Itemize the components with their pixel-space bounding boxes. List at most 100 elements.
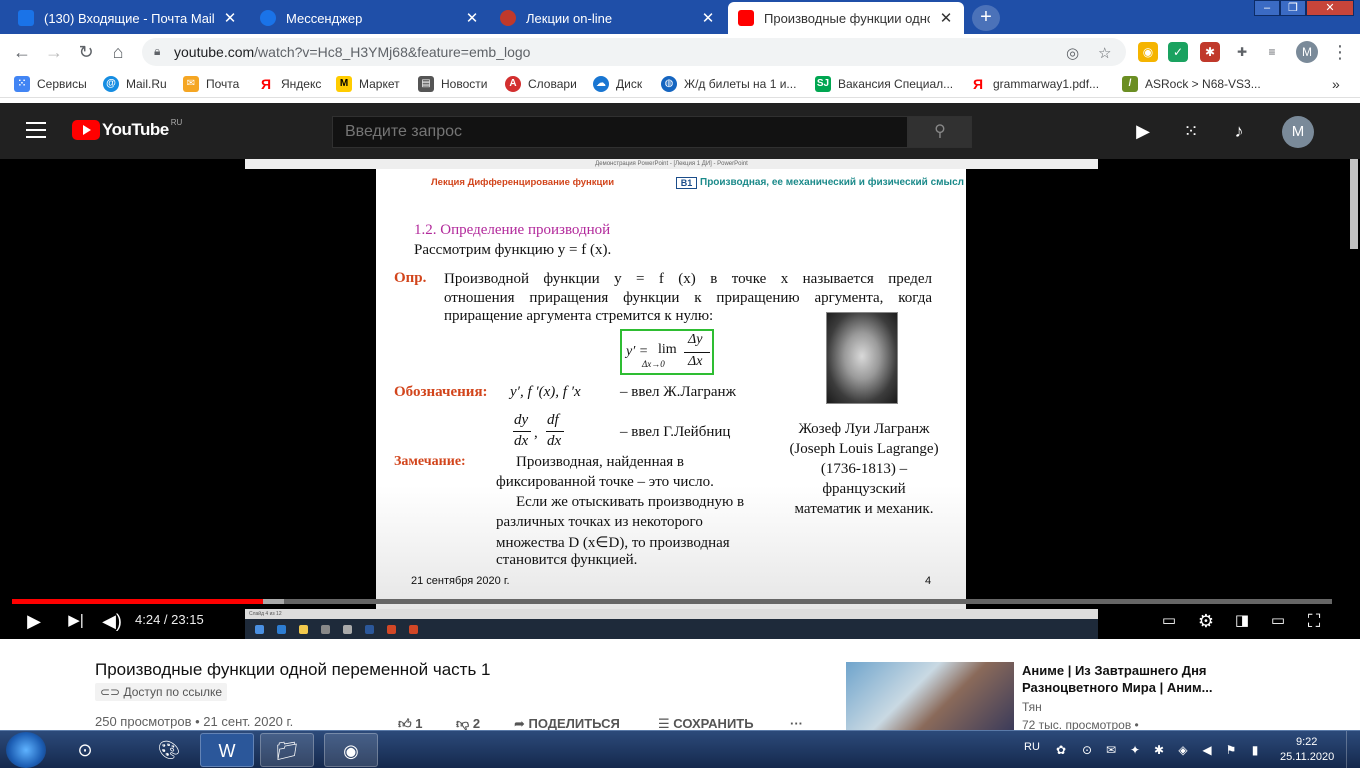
clock-time[interactable]: 9:22 xyxy=(1296,736,1317,748)
network-icon[interactable]: ▮ xyxy=(1248,743,1262,757)
bookmark-market[interactable]: M Маркет xyxy=(336,75,400,93)
recommendation-thumbnail[interactable] xyxy=(846,662,1014,730)
bookmark-mailru[interactable]: @ Mail.Ru xyxy=(103,75,167,93)
more-bookmarks-icon[interactable]: » xyxy=(1332,75,1340,93)
extension-icon[interactable]: ✱ xyxy=(1200,42,1220,62)
recommendation-channel[interactable]: Тян xyxy=(1022,700,1042,714)
play-button[interactable]: ▶ xyxy=(22,610,46,632)
subtitles-button[interactable]: ▭ xyxy=(1156,610,1182,632)
eye-off-icon[interactable]: ◎ xyxy=(1066,44,1079,62)
search-button[interactable]: ⚲ xyxy=(908,116,972,148)
close-icon[interactable]: ✕ xyxy=(222,9,238,27)
extension-icon[interactable]: ◉ xyxy=(1138,42,1158,62)
settings-gear-icon[interactable]: ⚙ xyxy=(1193,610,1219,632)
language-indicator[interactable]: RU xyxy=(1024,741,1040,753)
formula-num: Δy xyxy=(688,332,703,347)
clock-date[interactable]: 25.11.2020 xyxy=(1280,751,1334,763)
bookmarks-bar: ⁙ Сервисы @ Mail.Ru ✉ Почта Я Яндекс M Маркет… xyxy=(0,70,1360,98)
slide-footer-page: 4 xyxy=(925,575,932,587)
notation-dx: dx xyxy=(514,433,529,449)
remark-line: множества D (x∈D), то производная xyxy=(496,535,730,551)
create-video-icon[interactable]: ▶︎ xyxy=(1131,119,1155,143)
more-actions-icon[interactable]: ··· xyxy=(790,716,803,731)
taskbar-explorer-icon[interactable]: 📁︎ xyxy=(260,733,314,767)
tray-icon[interactable]: ✉ xyxy=(1104,743,1118,757)
formula-left: y′ = xyxy=(626,344,649,359)
close-icon[interactable]: ✕ xyxy=(464,9,480,27)
tray-icon[interactable]: ✱ xyxy=(1152,743,1166,757)
time-display: 4:24 / 23:15 xyxy=(135,612,204,627)
tab-youtube[interactable]: Производные функции одной п ✕ xyxy=(728,2,964,34)
taskbar-chrome-icon[interactable]: ◉ xyxy=(324,733,378,767)
bookmark-train[interactable]: ◍ Ж/д билеты на 1 и... xyxy=(661,75,796,93)
next-button[interactable]: ▶| xyxy=(64,610,88,632)
start-button[interactable] xyxy=(6,732,46,768)
bookmark-mail[interactable]: ✉ Почта xyxy=(183,75,239,93)
search-input[interactable] xyxy=(333,117,907,147)
tab-messenger[interactable]: Мессенджер ✕ xyxy=(250,2,490,34)
puzzle-icon[interactable]: ✚ xyxy=(1232,42,1252,62)
star-icon[interactable]: ☆ xyxy=(1098,44,1111,62)
fullscreen-button[interactable]: ⛶ xyxy=(1301,610,1327,632)
miniplayer-button[interactable]: ◨ xyxy=(1229,610,1255,632)
close-window-button[interactable]: ✕ xyxy=(1306,0,1354,16)
maximize-button[interactable]: ❐ xyxy=(1280,0,1306,16)
bookmark-yandex[interactable]: Я Яндекс xyxy=(258,75,321,93)
apps-grid-icon[interactable]: ⁙ xyxy=(1179,119,1203,143)
bookmark-dict[interactable]: A Словари xyxy=(505,75,577,93)
progress-bar[interactable] xyxy=(12,599,1332,604)
menu-dots-icon[interactable]: ⋮ xyxy=(1328,40,1352,64)
video-player[interactable]: Демонстрация PowerPoint - [Лекция 1 ДИ] … xyxy=(0,159,1360,639)
bookmark-disk[interactable]: ☁ Диск xyxy=(593,75,642,93)
forward-button[interactable]: → xyxy=(42,40,66,64)
nvidia-icon[interactable]: ◈ xyxy=(1176,743,1190,757)
page-scrollbar[interactable] xyxy=(1350,159,1358,249)
close-icon[interactable]: ✕ xyxy=(938,9,954,27)
recommendation-title[interactable]: Аниме | Из Завтрашнего Дня Разноцветного… xyxy=(1022,662,1232,696)
bookmark-asrock[interactable]: / ASRock > N68-VS3... xyxy=(1122,75,1261,93)
reload-button[interactable]: ↻ xyxy=(74,40,98,64)
youtube-logo[interactable]: YouTube RU xyxy=(72,118,182,140)
hamburger-menu-icon[interactable] xyxy=(26,122,46,138)
new-tab-button[interactable]: + xyxy=(972,5,1000,31)
user-avatar[interactable]: M xyxy=(1282,116,1314,148)
bookmark-pdf[interactable]: Яgrammarway1.pdf... xyxy=(970,75,1099,93)
train-icon: ◍ xyxy=(661,76,677,92)
speaker-icon[interactable]: ◀ xyxy=(1200,743,1214,757)
tray-icon[interactable]: ✿ xyxy=(1054,743,1068,757)
bookmark-label: Сервисы xyxy=(37,77,87,91)
bookmark-vacancy[interactable]: SJ Вакансия Специал... xyxy=(815,75,953,93)
remark-line: различных точках из некоторого xyxy=(496,514,703,530)
taskbar-steam-icon[interactable]: ⊙ xyxy=(58,733,112,767)
back-button[interactable]: ← xyxy=(10,40,34,64)
caption-line: (Joseph Louis Lagrange) xyxy=(789,441,939,457)
tray-icon[interactable]: ⊙ xyxy=(1080,743,1094,757)
theater-mode-button[interactable]: ▭ xyxy=(1265,610,1291,632)
volume-icon[interactable]: ◀) xyxy=(100,610,124,632)
close-icon[interactable]: ✕ xyxy=(700,9,716,27)
tray-icon[interactable]: ✦ xyxy=(1128,743,1142,757)
powerpoint-icon xyxy=(387,625,396,634)
asrock-icon: / xyxy=(1122,76,1138,92)
flag-icon[interactable]: ⚑ xyxy=(1224,743,1238,757)
windows-icon xyxy=(255,625,264,634)
bookmark-label: Маркет xyxy=(359,77,400,91)
shield-icon[interactable]: ✓ xyxy=(1168,42,1188,62)
bookmark-news[interactable]: ▤ Новости xyxy=(418,75,487,93)
url-field[interactable]: 🔒︎ youtube.com/watch?v=Hc8_H3YMj68&featu… xyxy=(142,38,1126,66)
disk-icon: ☁ xyxy=(593,76,609,92)
taskbar-paint-icon[interactable]: 🎨︎ xyxy=(142,733,196,767)
profile-avatar[interactable]: M xyxy=(1296,41,1318,63)
media-icon[interactable]: ≡ xyxy=(1262,42,1282,62)
minimize-button[interactable]: – xyxy=(1254,0,1280,16)
remark-line: становится функцией. xyxy=(496,552,638,568)
tab-lectures[interactable]: Лекции on-line ✕ xyxy=(490,2,726,34)
bookmark-services[interactable]: ⁙ Сервисы xyxy=(14,75,87,93)
home-button[interactable]: ⌂ xyxy=(106,40,130,64)
show-desktop-button[interactable] xyxy=(1346,731,1360,768)
taskbar-word-icon[interactable]: W xyxy=(200,733,254,767)
bell-icon[interactable]: ♪ xyxy=(1227,119,1251,143)
tab-mail[interactable]: (130) Входящие - Почта Mail.ru ✕ xyxy=(8,2,248,34)
fraction-bar xyxy=(684,352,710,353)
remark-label: Замечание: xyxy=(394,454,466,469)
